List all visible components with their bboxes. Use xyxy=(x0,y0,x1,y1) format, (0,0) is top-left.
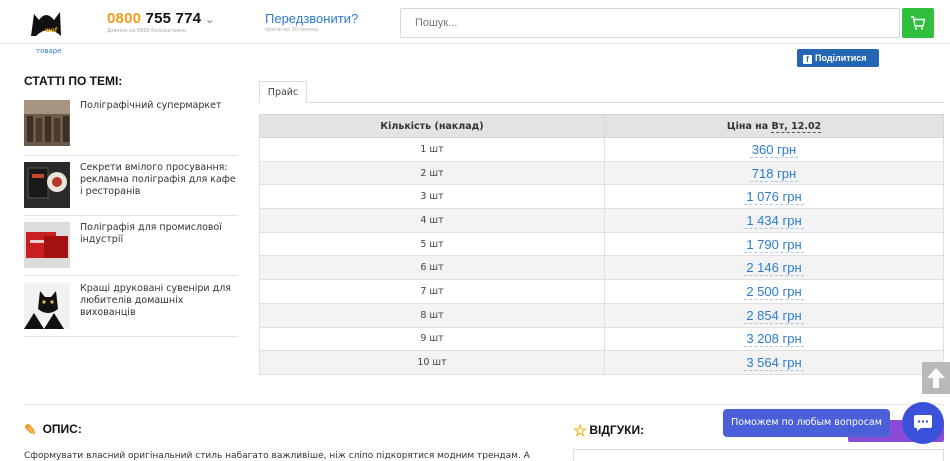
row-quantity: 8 шт xyxy=(259,302,605,328)
article-title[interactable]: Поліграфічний супермаркет xyxy=(80,100,238,112)
row-price[interactable]: 2 854 грн xyxy=(604,302,944,328)
table-row[interactable]: 1 шт 360 грн xyxy=(259,137,944,162)
row-quantity: 9 шт xyxy=(259,326,605,352)
facebook-icon: f xyxy=(803,55,812,64)
price-value[interactable]: 2 500 грн xyxy=(744,283,804,300)
row-quantity: 4 шт xyxy=(259,208,605,233)
column-header-quantity: Кількість (наклад) xyxy=(259,114,605,138)
price-value[interactable]: 1 434 грн xyxy=(744,212,804,229)
row-quantity: 5 шт xyxy=(259,231,605,257)
price-value[interactable]: 3 564 грн xyxy=(744,355,804,372)
cart-icon xyxy=(911,16,926,30)
cart-button[interactable] xyxy=(902,8,934,38)
column-header-price: Ціна на Вт, 12.02 xyxy=(604,114,944,138)
table-row[interactable]: 3 шт 1 076 грн xyxy=(259,184,944,210)
phone-number[interactable]: 0800 755 774 ⌄ xyxy=(107,10,215,27)
price-value[interactable]: 360 грн xyxy=(749,141,799,158)
row-price[interactable]: 1 790 грн xyxy=(604,231,944,257)
description-title-text: ОПИС: xyxy=(42,422,82,436)
table-header-row: Кількість (наклад) Ціна на Вт, 12.02 xyxy=(259,114,944,138)
phone-digits: 755 774 xyxy=(141,10,202,27)
section-divider xyxy=(24,404,944,405)
price-value[interactable]: 718 грн xyxy=(749,165,799,182)
chat-button[interactable] xyxy=(902,402,944,444)
star-icon: ☆ xyxy=(573,423,588,440)
article-thumbnail xyxy=(24,100,70,146)
article-item[interactable]: Поліграфія для промислової індустрії xyxy=(24,222,238,276)
price-header-prefix: Ціна на xyxy=(726,120,772,132)
callback-link[interactable]: Передзвонити? xyxy=(265,11,358,26)
chevron-down-icon[interactable]: ⌄ xyxy=(205,14,214,26)
review-textarea[interactable] xyxy=(573,449,944,461)
scroll-top-button[interactable] xyxy=(922,362,950,394)
article-item[interactable]: Секрети вмілого просування: рекламна пол… xyxy=(24,162,238,216)
article-title[interactable]: Секрети вмілого просування: рекламна пол… xyxy=(80,162,238,198)
search-box xyxy=(400,8,900,38)
price-table: Кількість (наклад) Ціна на Вт, 12.02 1 ш… xyxy=(259,114,944,375)
row-quantity: 7 шт xyxy=(259,279,605,304)
reviews-title: ☆ ВІДГУКИ: xyxy=(573,421,644,441)
article-thumbnail xyxy=(24,283,70,329)
description-title: ✎ ОПИС: xyxy=(24,421,82,439)
reviews-title-text: ВІДГУКИ: xyxy=(589,423,645,437)
row-quantity: 1 шт xyxy=(259,137,605,162)
price-date-selector[interactable]: Вт, 12.02 xyxy=(771,120,822,133)
share-label: Поділитися xyxy=(815,53,867,63)
search-input[interactable] xyxy=(401,9,899,37)
table-row[interactable]: 2 шт 718 грн xyxy=(259,160,944,186)
breadcrumb-link[interactable]: товаре xyxy=(36,47,62,55)
row-price[interactable]: 1 076 грн xyxy=(604,184,944,210)
site-header: wof 0800 755 774 ⌄ Дзвінки на 0800 безкош… xyxy=(0,0,950,44)
article-item[interactable]: Кращі друковані сувеніри для любителів д… xyxy=(24,283,238,337)
table-row[interactable]: 4 шт 1 434 грн xyxy=(259,208,944,233)
share-button[interactable]: f Поділитися xyxy=(797,49,879,67)
callback-subtext: протягом 30 секунд xyxy=(265,27,318,33)
logo-mark: wof xyxy=(45,27,58,34)
phone-prefix: 0800 xyxy=(107,10,142,27)
article-title[interactable]: Кращі друковані сувеніри для любителів д… xyxy=(80,283,238,319)
row-price[interactable]: 360 грн xyxy=(604,137,944,162)
tab-underline xyxy=(307,102,944,103)
price-value[interactable]: 1 790 грн xyxy=(744,236,804,253)
table-row[interactable]: 10 шт 3 564 грн xyxy=(259,350,944,375)
table-row[interactable]: 7 шт 2 500 грн xyxy=(259,279,944,304)
row-quantity: 3 шт xyxy=(259,184,605,210)
row-price[interactable]: 1 434 грн xyxy=(604,208,944,233)
row-price[interactable]: 3 208 грн xyxy=(604,326,944,352)
phone-subtext: Дзвінки на 0800 безкоштовно xyxy=(107,28,186,34)
article-title[interactable]: Поліграфія для промислової індустрії xyxy=(80,222,238,246)
row-quantity: 10 шт xyxy=(259,350,605,375)
table-row[interactable]: 5 шт 1 790 грн xyxy=(259,231,944,257)
table-row[interactable]: 9 шт 3 208 грн xyxy=(259,326,944,352)
row-price[interactable]: 2 500 грн xyxy=(604,279,944,304)
row-quantity: 6 шт xyxy=(259,255,605,281)
tab-price[interactable]: Прайс xyxy=(259,81,307,103)
price-value[interactable]: 1 076 грн xyxy=(744,189,804,206)
row-price[interactable]: 3 564 грн xyxy=(604,350,944,375)
article-item[interactable]: Поліграфічний супермаркет xyxy=(24,100,238,156)
table-row[interactable]: 6 шт 2 146 грн xyxy=(259,255,944,281)
price-value[interactable]: 2 854 грн xyxy=(744,307,804,324)
article-thumbnail xyxy=(24,222,70,268)
related-articles-title: СТАТТІ ПО ТЕМІ: xyxy=(24,74,123,88)
arrow-up-icon xyxy=(927,368,945,388)
chat-tooltip[interactable]: Поможем по любым вопросам xyxy=(723,409,890,437)
table-row[interactable]: 8 шт 2 854 грн xyxy=(259,302,944,328)
row-price[interactable]: 2 146 грн xyxy=(604,255,944,281)
article-thumbnail xyxy=(24,162,70,208)
description-text: Сформувати власний оригінальний стиль на… xyxy=(24,451,530,461)
row-price[interactable]: 718 грн xyxy=(604,160,944,186)
row-quantity: 2 шт xyxy=(259,160,605,186)
pencil-icon: ✎ xyxy=(24,422,37,439)
chat-bubble-icon xyxy=(914,415,932,431)
price-value[interactable]: 3 208 грн xyxy=(744,331,804,348)
cat-logo-icon[interactable]: wof xyxy=(28,6,68,38)
price-value[interactable]: 2 146 грн xyxy=(744,260,804,277)
